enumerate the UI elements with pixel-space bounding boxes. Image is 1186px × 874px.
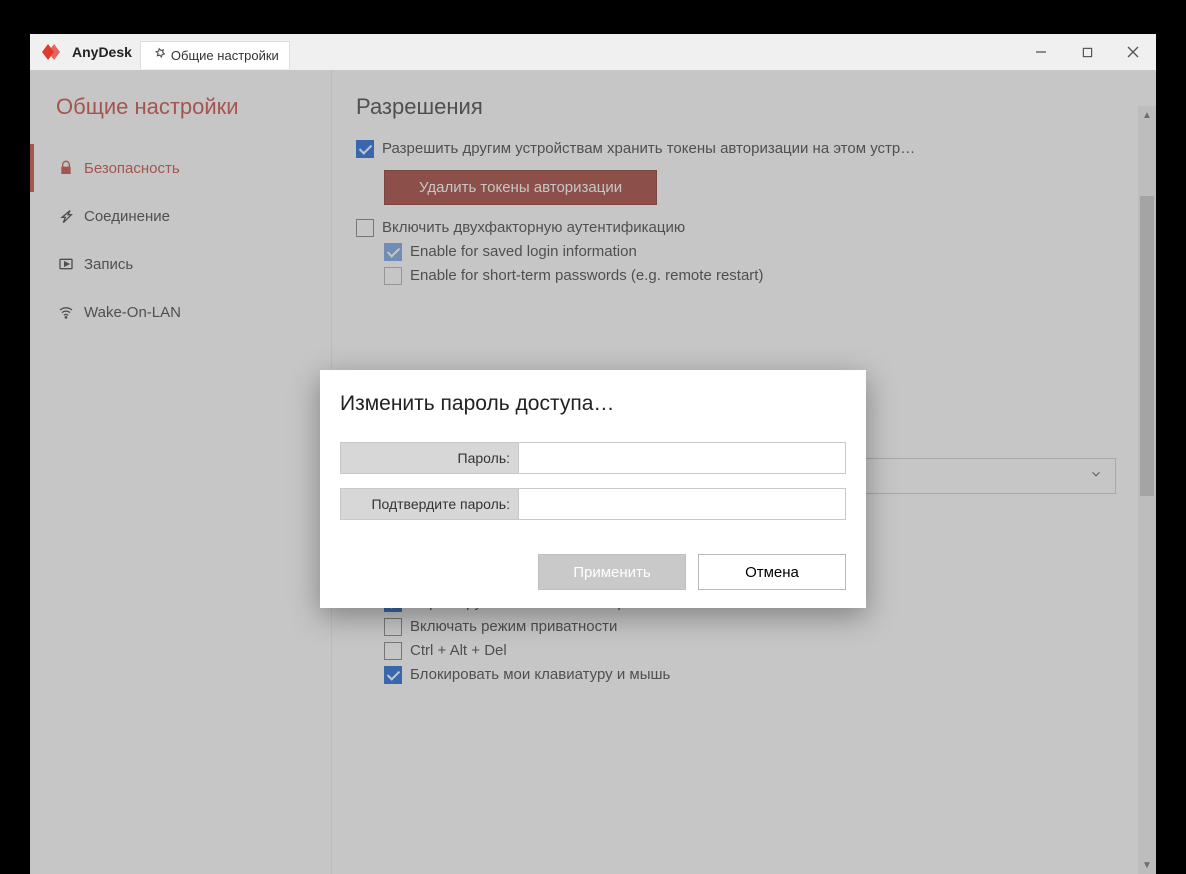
confirm-password-field[interactable]: Подтвердите пароль: xyxy=(340,488,846,520)
confirm-password-input[interactable] xyxy=(519,489,845,519)
password-label: Пароль: xyxy=(341,443,519,473)
dialog-title: Изменить пароль доступа… xyxy=(340,392,846,416)
minimize-button[interactable] xyxy=(1018,34,1064,70)
maximize-button[interactable] xyxy=(1064,34,1110,70)
cancel-button[interactable]: Отмена xyxy=(698,554,846,590)
app-logo-icon xyxy=(32,34,68,70)
change-password-dialog: Изменить пароль доступа… Пароль: Подтвер… xyxy=(320,370,866,608)
apply-button[interactable]: Применить xyxy=(538,554,686,590)
password-field[interactable]: Пароль: xyxy=(340,442,846,474)
password-input[interactable] xyxy=(519,443,845,473)
titlebar: AnyDesk Общие настройки xyxy=(30,34,1156,70)
close-button[interactable] xyxy=(1110,34,1156,70)
tab-label: Общие настройки xyxy=(171,48,279,63)
confirm-password-label: Подтвердите пароль: xyxy=(341,489,519,519)
app-name: AnyDesk xyxy=(72,44,132,60)
tab-general-settings[interactable]: Общие настройки xyxy=(140,41,290,69)
settings-icon xyxy=(151,47,171,64)
